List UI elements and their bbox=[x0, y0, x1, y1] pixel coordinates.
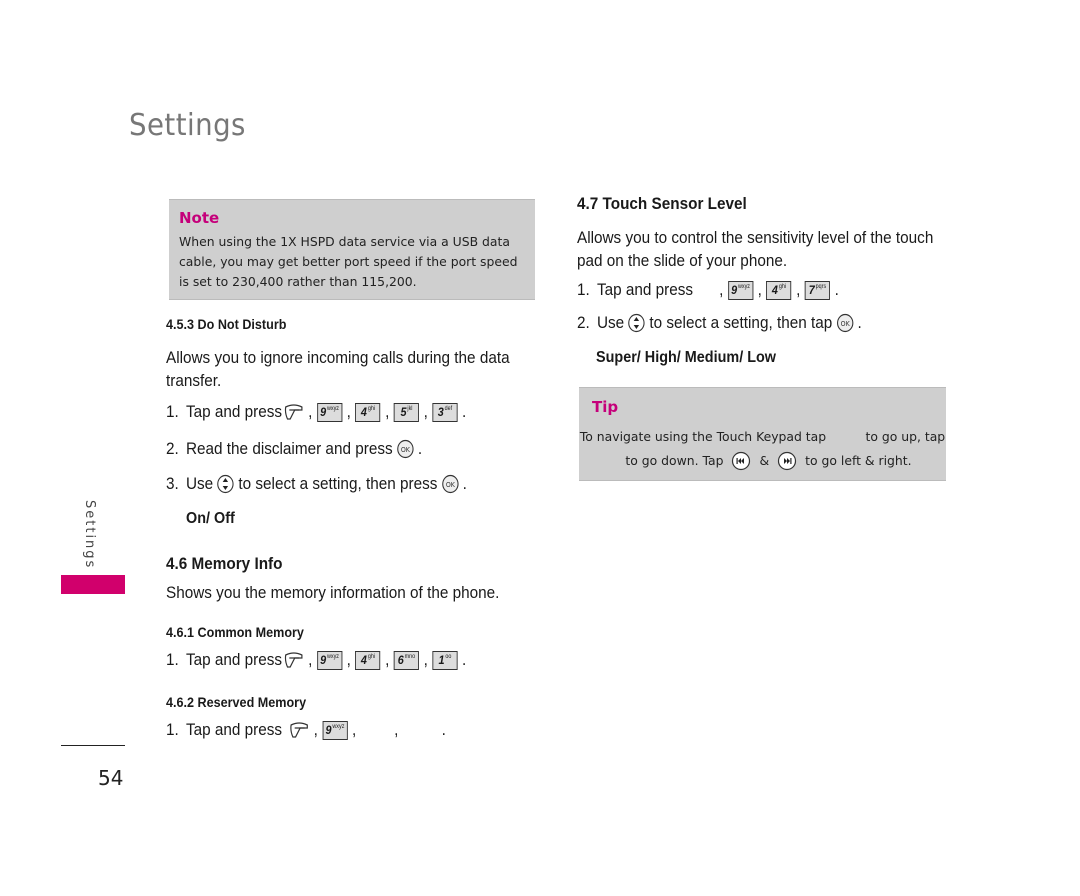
key-7: 7 pqrs bbox=[804, 280, 831, 300]
key-3: 3 def bbox=[432, 402, 458, 422]
ok-button-icon: OK bbox=[397, 439, 414, 459]
step-number: 2. bbox=[166, 439, 179, 458]
dnd-step-2: 2. Read the disclaimer and press OK . bbox=[166, 439, 423, 459]
dnd-step-1: 1. Tap and press , 9 wxyz, 4 ghi, 5 jkl, 3d… bbox=[166, 402, 467, 422]
touch-sensor-description: Allows you to control the sensitivity le… bbox=[577, 228, 934, 270]
tip-box: Tip To navigate using the Touch Keypad t… bbox=[579, 387, 946, 481]
svg-text:OK: OK bbox=[445, 481, 455, 489]
up-down-navigation-icon bbox=[628, 313, 645, 333]
tip-line-2: to go down. Tap & to go left & right. bbox=[579, 449, 946, 473]
key-9: 9 wxyz bbox=[727, 280, 754, 300]
step-text: Tap and press bbox=[185, 402, 283, 421]
page-title: Settings bbox=[129, 108, 246, 143]
ok-button-icon: OK bbox=[441, 474, 459, 494]
heading-touch-sensor-level: 4.7 Touch Sensor Level bbox=[577, 194, 747, 213]
key-9: 9 wxyz bbox=[316, 650, 343, 670]
menu-softkey-icon bbox=[290, 722, 308, 738]
key-5: 5 jkl bbox=[393, 402, 420, 422]
step-number: 1. bbox=[166, 720, 179, 739]
key-1-voicemail: 1 oo bbox=[432, 650, 458, 670]
step-number: 3. bbox=[166, 474, 179, 493]
key-4: 4 ghi bbox=[355, 402, 381, 422]
heading-do-not-disturb: 4.5.3 Do Not Disturb bbox=[166, 316, 287, 332]
footer-divider bbox=[61, 745, 125, 746]
key-9: 9 wxyz bbox=[322, 720, 348, 740]
side-section-label: Settings bbox=[82, 500, 97, 570]
up-down-navigation-icon bbox=[217, 474, 234, 494]
touch-sensor-step-1: 1. Tap and press , 9 wxyz, 4 ghi, 7 pqrs. bbox=[577, 280, 839, 300]
step-number: 1. bbox=[166, 650, 179, 669]
tip-title: Tip bbox=[592, 398, 619, 416]
key-4: 4 ghi bbox=[355, 650, 381, 670]
svg-text:OK: OK bbox=[401, 446, 411, 454]
fast-forward-icon bbox=[778, 451, 797, 471]
menu-softkey-icon bbox=[284, 652, 303, 668]
note-text: When using the 1X HSPD data service via … bbox=[179, 234, 518, 289]
menu-softkey-icon bbox=[284, 404, 303, 420]
heading-common-memory: 4.6.1 Common Memory bbox=[166, 624, 304, 640]
step-text: Read the disclaimer and press bbox=[185, 439, 393, 458]
do-not-disturb-description: Allows you to ignore incoming calls duri… bbox=[166, 348, 510, 390]
step-number: 1. bbox=[166, 402, 179, 421]
key-4: 4 ghi bbox=[766, 280, 792, 300]
dnd-options: On/ Off bbox=[186, 510, 235, 527]
svg-text:OK: OK bbox=[840, 320, 850, 328]
heading-reserved-memory: 4.6.2 Reserved Memory bbox=[166, 694, 307, 710]
key-6: 6 mno bbox=[393, 650, 420, 670]
ok-button-icon: OK bbox=[836, 313, 854, 333]
step-number: 2. bbox=[577, 313, 590, 332]
note-title: Note bbox=[179, 209, 220, 227]
heading-memory-info: 4.6 Memory Info bbox=[166, 554, 283, 573]
tip-text: To navigate using the Touch Keypad tap t… bbox=[579, 425, 946, 473]
dnd-step-3: 3. Use to select a setting, then press O… bbox=[166, 474, 467, 494]
page-number: 54 bbox=[98, 766, 124, 790]
step-number: 1. bbox=[577, 280, 590, 299]
common-memory-step-1: 1. Tap and press , 9 wxyz, 4 ghi, 6 mno, 1o… bbox=[166, 650, 467, 670]
rewind-icon bbox=[732, 451, 751, 471]
touch-sensor-options: Super/ High/ Medium/ Low bbox=[596, 349, 776, 366]
key-9: 9 wxyz bbox=[316, 402, 343, 422]
note-box: Note When using the 1X HSPD data service… bbox=[169, 199, 535, 300]
tip-line-1: To navigate using the Touch Keypad tap t… bbox=[579, 429, 946, 444]
touch-sensor-step-2: 2. Use to select a setting, then tap OK … bbox=[577, 313, 862, 333]
section-tab-marker bbox=[61, 575, 125, 594]
memory-info-description: Shows you the memory information of the … bbox=[166, 583, 500, 602]
reserved-memory-step-1: 1. Tap and press , 9 wxyz, , . bbox=[166, 720, 446, 740]
